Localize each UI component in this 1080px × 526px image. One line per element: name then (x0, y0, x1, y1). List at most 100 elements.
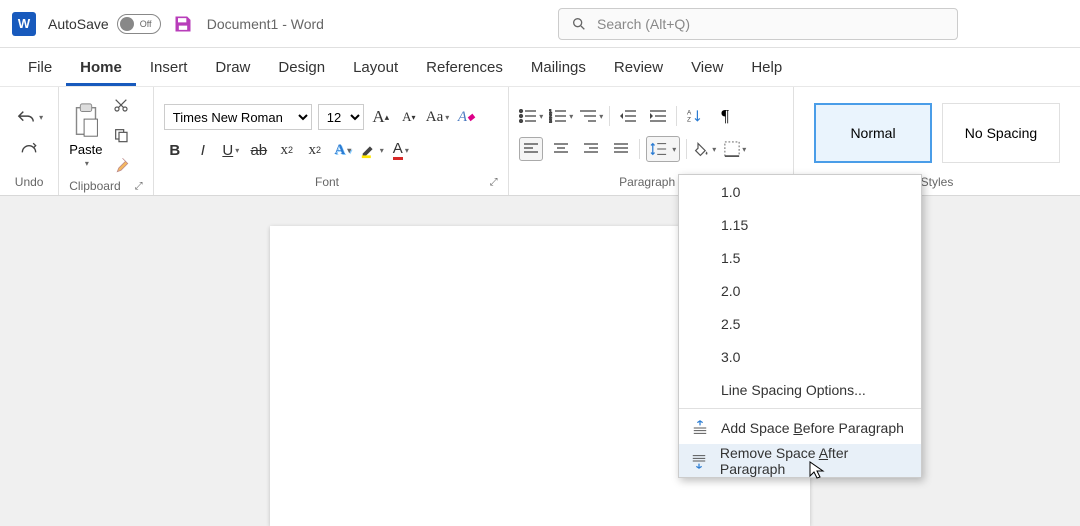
copy-button[interactable] (109, 123, 133, 147)
style-no-spacing[interactable]: No Spacing (942, 103, 1060, 163)
shading-button[interactable]: ▾ (693, 137, 717, 161)
spacing-1-0[interactable]: 1.0 (679, 175, 921, 208)
align-left-icon (523, 143, 539, 155)
subscript-button[interactable]: x2 (276, 138, 298, 162)
paste-button[interactable]: Paste ▾ (69, 102, 102, 168)
add-space-before[interactable]: Add Space Before Paragraph (679, 411, 921, 444)
group-label-clipboard: Clipboard (69, 179, 120, 193)
search-placeholder: Search (Alt+Q) (597, 16, 690, 32)
remove-space-after-label: Remove Space After Paragraph (720, 445, 905, 477)
clear-format-button[interactable]: A◆ (455, 105, 477, 129)
search-icon (571, 16, 587, 32)
tab-design[interactable]: Design (264, 51, 339, 86)
outdent-icon (619, 109, 637, 123)
add-space-before-label: Add Space Before Paragraph (721, 420, 904, 436)
spacing-2-5[interactable]: 2.5 (679, 307, 921, 340)
highlighter-icon (360, 141, 378, 159)
line-spacing-menu: 1.0 1.15 1.5 2.0 2.5 3.0 Line Spacing Op… (678, 174, 922, 478)
align-left-button[interactable] (519, 137, 543, 161)
spacing-1-15[interactable]: 1.15 (679, 208, 921, 241)
multilevel-button[interactable]: ▾ (579, 104, 603, 128)
highlight-button[interactable]: ▾ (360, 138, 384, 162)
save-icon[interactable] (173, 14, 193, 34)
tab-draw[interactable]: Draw (201, 51, 264, 86)
change-case-button[interactable]: Aa▾ (426, 105, 450, 129)
align-center-icon (553, 143, 569, 155)
numbering-button[interactable]: 123▾ (549, 104, 573, 128)
autosave-toggle[interactable]: Off (117, 14, 161, 34)
autosave-label: AutoSave (48, 16, 109, 32)
font-size-combo[interactable]: 12 (318, 104, 364, 130)
title-bar: W AutoSave Off Document1 - Word Search (… (0, 0, 1080, 48)
format-painter-button[interactable] (109, 153, 133, 177)
tab-view[interactable]: View (677, 51, 737, 86)
font-launcher[interactable]: ⤡ (490, 177, 498, 188)
tab-file[interactable]: File (14, 51, 66, 86)
align-right-icon (583, 143, 599, 155)
justify-button[interactable] (609, 137, 633, 161)
style-normal[interactable]: Normal (814, 103, 932, 163)
redo-button[interactable] (16, 137, 42, 161)
tab-insert[interactable]: Insert (136, 51, 202, 86)
scissors-icon (113, 97, 129, 113)
cut-button[interactable] (109, 93, 133, 117)
tab-references[interactable]: References (412, 51, 517, 86)
superscript-button[interactable]: x2 (304, 138, 326, 162)
justify-icon (613, 143, 629, 155)
space-before-icon (691, 419, 709, 437)
group-label-paragraph: Paragraph (619, 175, 675, 189)
bullets-icon (519, 109, 537, 123)
align-center-button[interactable] (549, 137, 573, 161)
spacing-1-5[interactable]: 1.5 (679, 241, 921, 274)
italic-button[interactable]: I (192, 138, 214, 162)
group-label-font: Font (315, 175, 339, 189)
space-after-icon (691, 452, 708, 470)
svg-text:Z: Z (687, 117, 691, 124)
increase-indent-button[interactable] (646, 104, 670, 128)
tab-review[interactable]: Review (600, 51, 677, 86)
shrink-font-button[interactable]: A▾ (398, 105, 420, 129)
font-color-button[interactable]: A▾ (390, 138, 412, 162)
tab-layout[interactable]: Layout (339, 51, 412, 86)
clipboard-launcher[interactable]: ⤡ (135, 181, 143, 192)
sort-icon: AZ (687, 108, 703, 124)
paste-icon (70, 102, 102, 140)
strike-button[interactable]: ab (248, 138, 270, 162)
svg-text:3: 3 (549, 119, 552, 123)
show-marks-button[interactable]: ¶ (713, 104, 737, 128)
menu-separator (679, 408, 921, 409)
svg-text:A: A (687, 109, 692, 116)
font-name-combo[interactable]: Times New Roman (164, 104, 312, 130)
spacing-2-0[interactable]: 2.0 (679, 274, 921, 307)
document-title: Document1 - Word (207, 16, 324, 32)
bucket-icon (694, 141, 710, 157)
grow-font-button[interactable]: A▴ (370, 105, 392, 129)
undo-button[interactable]: ▾ (12, 105, 46, 129)
multilevel-icon (579, 109, 597, 123)
ribbon-tabs: File Home Insert Draw Design Layout Refe… (0, 48, 1080, 86)
text-effects-button[interactable]: A▾ (332, 138, 354, 162)
spacing-options[interactable]: Line Spacing Options... (679, 373, 921, 406)
remove-space-after[interactable]: Remove Space After Paragraph (679, 444, 921, 477)
group-clipboard: Paste ▾ Clipboard ⤡ (59, 87, 154, 195)
borders-icon (724, 141, 740, 157)
sort-button[interactable]: AZ (683, 104, 707, 128)
group-undo: ▾ Undo (0, 87, 59, 195)
borders-button[interactable]: ▾ (723, 137, 747, 161)
numbering-icon: 123 (549, 109, 567, 123)
bullets-button[interactable]: ▾ (519, 104, 543, 128)
search-box[interactable]: Search (Alt+Q) (558, 8, 958, 40)
group-label-undo: Undo (10, 173, 48, 191)
line-spacing-button[interactable]: ▾ (646, 136, 680, 162)
tab-home[interactable]: Home (66, 51, 136, 86)
spacing-3-0[interactable]: 3.0 (679, 340, 921, 373)
bold-button[interactable]: B (164, 138, 186, 162)
copy-icon (113, 127, 129, 143)
tab-help[interactable]: Help (737, 51, 796, 86)
tab-mailings[interactable]: Mailings (517, 51, 600, 86)
align-right-button[interactable] (579, 137, 603, 161)
underline-button[interactable]: U▾ (220, 138, 242, 162)
decrease-indent-button[interactable] (616, 104, 640, 128)
word-app-icon: W (12, 12, 36, 36)
brush-icon (112, 156, 130, 174)
